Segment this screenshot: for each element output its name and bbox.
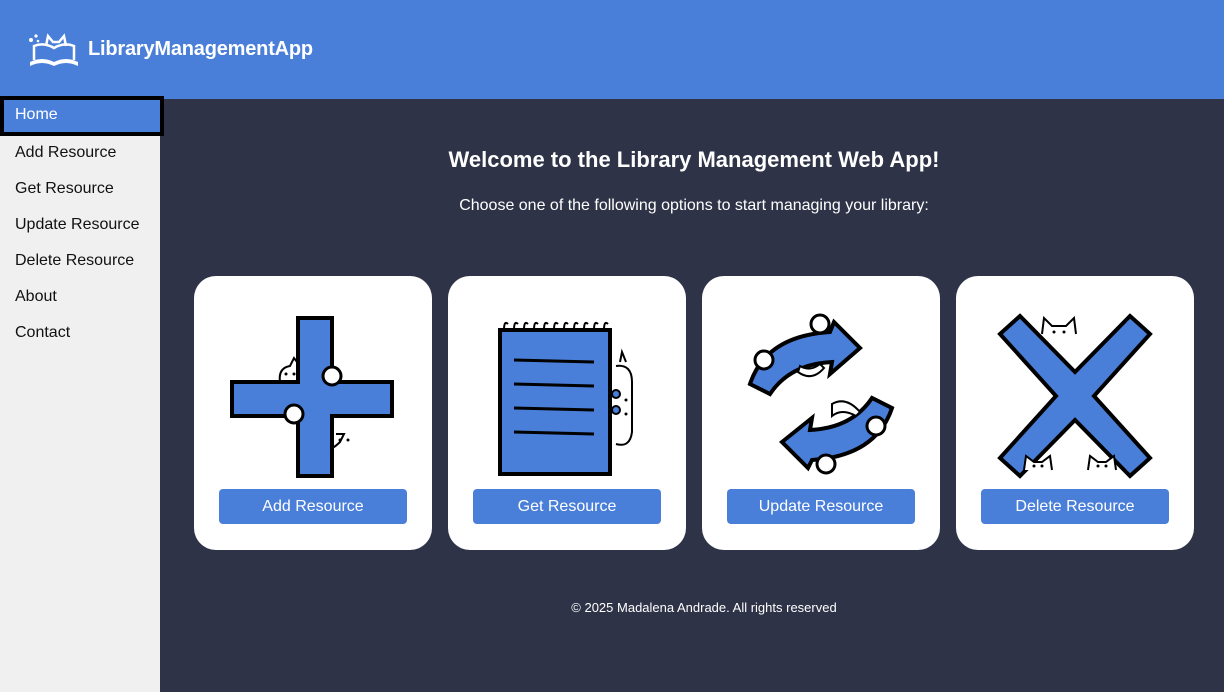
sidebar-item-home[interactable]: Home xyxy=(0,96,164,136)
add-resource-button[interactable]: Add Resource xyxy=(219,489,407,524)
page-title: Welcome to the Library Management Web Ap… xyxy=(448,147,940,172)
sidebar-item-update-resource[interactable]: Update Resource xyxy=(0,207,160,243)
footer-copyright: © 2025 Madalena Andrade. All rights rese… xyxy=(571,600,837,615)
delete-resource-button[interactable]: Delete Resource xyxy=(981,489,1169,524)
refresh-cat-icon xyxy=(747,313,895,475)
sidebar-item-get-resource[interactable]: Get Resource xyxy=(0,171,160,207)
update-resource-card: Update Resource xyxy=(702,276,940,550)
delete-resource-card: Delete Resource xyxy=(956,276,1194,550)
cat-book-logo-icon xyxy=(29,32,78,66)
header: LibraryManagementApp xyxy=(0,0,1224,99)
sidebar-item-delete-resource[interactable]: Delete Resource xyxy=(0,243,160,279)
get-resource-button[interactable]: Get Resource xyxy=(473,489,661,524)
update-resource-button[interactable]: Update Resource xyxy=(727,489,915,524)
plus-cat-icon xyxy=(230,316,394,478)
add-resource-card: Add Resource xyxy=(194,276,432,550)
sidebar-item-add-resource[interactable]: Add Resource xyxy=(0,135,160,171)
sidebar-item-contact[interactable]: Contact xyxy=(0,315,160,351)
notebook-cat-icon xyxy=(498,321,633,476)
sidebar-item-about[interactable]: About xyxy=(0,279,160,315)
sidebar: Home Add Resource Get Resource Update Re… xyxy=(0,96,164,692)
x-cat-icon xyxy=(997,313,1153,479)
get-resource-card: Get Resource xyxy=(448,276,686,550)
page-subtitle: Choose one of the following options to s… xyxy=(459,197,929,214)
app-title: LibraryManagementApp xyxy=(88,38,313,60)
main-content: Welcome to the Library Management Web Ap… xyxy=(160,99,1224,692)
